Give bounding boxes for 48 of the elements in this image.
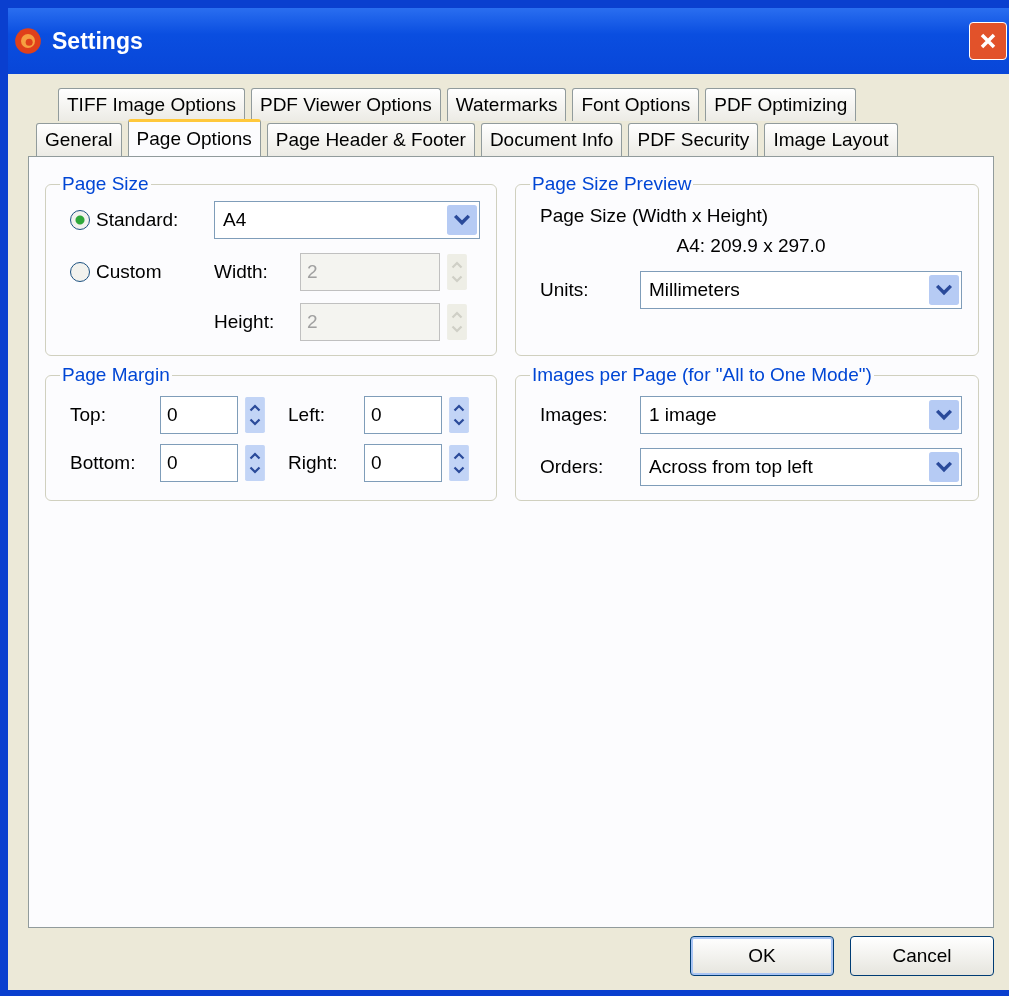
- input-field[interactable]: 0: [364, 396, 442, 434]
- input-field[interactable]: 0: [364, 444, 442, 482]
- window-title: Settings: [52, 27, 144, 55]
- tab[interactable]: PDF Optimizing: [705, 88, 857, 121]
- input-field[interactable]: 0: [160, 444, 238, 482]
- tab[interactable]: PDF Viewer Options: [250, 88, 441, 121]
- tab[interactable]: PDF Security: [628, 123, 759, 156]
- app-logo-icon: [14, 27, 42, 55]
- group-title: Page Margin: [61, 364, 171, 386]
- field-label: Images:: [540, 404, 609, 426]
- tab[interactable]: General: [36, 123, 122, 156]
- radio-indicator[interactable]: [70, 210, 90, 230]
- tab[interactable]: TIFF Image Options: [58, 88, 245, 121]
- tab[interactable]: Watermarks: [446, 88, 567, 121]
- spinner-icon[interactable]: [244, 397, 266, 433]
- close-icon[interactable]: [978, 31, 998, 51]
- field-label: Top:: [70, 404, 107, 426]
- field-label: Right:: [288, 452, 339, 474]
- field-label: Orders:: [540, 456, 605, 478]
- tab[interactable]: Page Options: [127, 119, 261, 156]
- close-button[interactable]: [969, 22, 1007, 60]
- field-label: Bottom:: [70, 452, 137, 474]
- radio-button[interactable]: Standard:: [70, 209, 214, 231]
- field-label: Height:: [214, 311, 276, 333]
- tab[interactable]: Document Info: [480, 123, 623, 156]
- spinner-icon[interactable]: [448, 445, 470, 481]
- group-title: Images per Page (for "All to One Mode"): [531, 364, 873, 386]
- tab[interactable]: Font Options: [572, 88, 700, 121]
- tab[interactable]: Image Layout: [764, 123, 898, 156]
- preview-caption: Page Size (Width x Height): [540, 205, 770, 227]
- dropdown[interactable]: Millimeters: [640, 271, 962, 309]
- field-label: Left:: [288, 404, 326, 426]
- field-label: Units:: [540, 279, 590, 301]
- tab[interactable]: Page Header & Footer: [266, 123, 475, 156]
- radio-button[interactable]: Custom: [70, 253, 214, 291]
- radio-indicator[interactable]: [70, 262, 90, 282]
- group-title: Page Size: [61, 173, 150, 195]
- field-label: Width:: [214, 261, 269, 283]
- dropdown[interactable]: A4: [214, 201, 480, 239]
- dropdown[interactable]: Across from top left: [640, 448, 962, 486]
- input-field[interactable]: 0: [160, 396, 238, 434]
- spinner-icon[interactable]: [448, 397, 470, 433]
- group-title: Page Size Preview: [531, 173, 693, 195]
- spinner-icon[interactable]: [244, 445, 266, 481]
- dialog-button[interactable]: OK: [690, 936, 834, 976]
- dialog-button[interactable]: Cancel: [850, 936, 994, 976]
- dropdown[interactable]: 1 image: [640, 396, 962, 434]
- page-size-text: A4: 209.9 x 297.0: [676, 235, 826, 257]
